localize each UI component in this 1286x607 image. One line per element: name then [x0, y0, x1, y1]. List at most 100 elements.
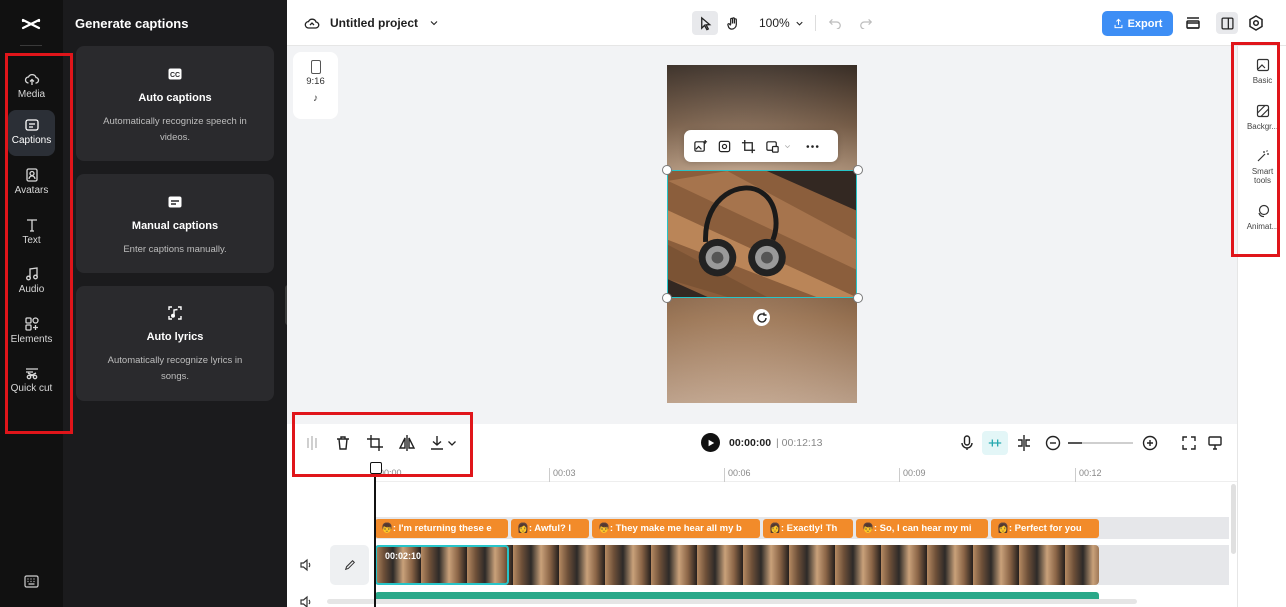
download-icon[interactable]: [428, 434, 446, 452]
layers-icon[interactable]: [1184, 14, 1202, 32]
ruler-tick: 00:09: [899, 468, 926, 482]
caption-track: 👦: I'm returning these e 👩: Awful? I 👦: …: [375, 517, 1229, 539]
snap-link-icon: [988, 439, 1002, 447]
select-tool-button[interactable]: [692, 11, 718, 35]
caption-text: 👦: I'm returning these e: [381, 523, 492, 534]
playhead[interactable]: [370, 462, 382, 607]
chevron-down-icon[interactable]: [447, 434, 457, 452]
more-options-icon[interactable]: [805, 139, 820, 154]
chevron-down-icon[interactable]: [783, 139, 792, 154]
scissors-icon: [25, 368, 38, 380]
redo-button[interactable]: [859, 15, 873, 34]
zoom-dropdown[interactable]: 100%: [759, 16, 805, 30]
caption-clip[interactable]: 👩: Awful? I: [511, 519, 589, 538]
ratio-label: 9:16: [306, 76, 325, 87]
rail-item-media[interactable]: Media: [8, 64, 55, 110]
focus-icon[interactable]: [717, 139, 732, 154]
card-description: Enter captions manually.: [123, 244, 227, 255]
caption-clip[interactable]: 👦: I'm returning these e: [375, 519, 508, 538]
prop-tab-label: Smart tools: [1251, 167, 1274, 185]
resize-handle-top-right[interactable]: [853, 165, 863, 175]
cloud-icon: [304, 18, 320, 29]
project-name: Untitled project: [330, 16, 419, 30]
image-icon: [1256, 58, 1269, 72]
zoom-in-icon[interactable]: [1141, 434, 1159, 452]
caption-clip[interactable]: 👦: They make me hear all my b: [592, 519, 760, 538]
auto-lyrics-card[interactable]: Auto lyrics Automatically recognize lyri…: [76, 286, 274, 401]
settings-gear-icon[interactable]: [1247, 14, 1265, 32]
horizontal-scrollbar[interactable]: [327, 599, 1137, 604]
panel-layout-button[interactable]: [1216, 12, 1238, 34]
rail-item-audio[interactable]: Audio: [8, 259, 55, 305]
lyrics-scan-icon: [168, 306, 182, 320]
speaker-icon[interactable]: [299, 595, 313, 607]
undo-icon: [828, 18, 841, 30]
caption-text: 👩: Perfect for you: [997, 523, 1082, 534]
prop-tab-smart-tools[interactable]: Smart tools: [1238, 149, 1286, 185]
manual-captions-card[interactable]: Manual captions Enter captions manually.: [76, 174, 274, 273]
captions-panel: Generate captions CC Auto captions Autom…: [63, 0, 287, 607]
ruler-tick: 00:12: [1075, 468, 1102, 482]
speaker-icon[interactable]: [299, 558, 313, 572]
project-name-menu[interactable]: Untitled project: [304, 15, 440, 31]
rotate-handle[interactable]: [753, 309, 770, 326]
comment-icon[interactable]: [1206, 434, 1224, 452]
selected-video-element[interactable]: [667, 170, 857, 298]
rail-item-label: Text: [22, 235, 41, 246]
aspect-ratio-selector[interactable]: 9:16 ♪: [293, 52, 338, 119]
flip-icon[interactable]: [398, 434, 416, 452]
rail-item-captions[interactable]: Captions: [8, 110, 55, 156]
microphone-icon[interactable]: [958, 434, 976, 452]
undo-button[interactable]: [828, 15, 842, 34]
timeline-zoom-slider[interactable]: [1068, 442, 1133, 444]
preview-area: 9:16 ♪: [287, 46, 1237, 424]
rail-item-quick-cut[interactable]: Quick cut: [8, 358, 55, 410]
resize-handle-bottom-right[interactable]: [853, 293, 863, 303]
crop-icon[interactable]: [741, 139, 756, 154]
panel-layout-icon: [1220, 16, 1234, 30]
magnet-snap-button[interactable]: [982, 431, 1008, 455]
play-button[interactable]: [701, 433, 720, 452]
delete-icon[interactable]: [334, 434, 352, 452]
auto-captions-card[interactable]: CC Auto captions Automatically recognize…: [76, 46, 274, 161]
caption-text: 👦: They make me hear all my b: [598, 523, 742, 534]
keyboard-icon[interactable]: [24, 575, 39, 588]
caption-clip[interactable]: 👩: Exactly! Th: [763, 519, 853, 538]
vertical-scrollbar[interactable]: [1231, 484, 1236, 554]
caption-text: 👦: So, I can hear my mi: [862, 523, 972, 534]
prop-tab-background[interactable]: Backgr...: [1238, 104, 1286, 131]
rail-item-elements[interactable]: Elements: [8, 309, 55, 355]
panel-title: Generate captions: [75, 16, 189, 31]
selected-video-clip[interactable]: 00:02:10: [375, 545, 509, 585]
zoom-out-icon[interactable]: [1044, 434, 1062, 452]
time-ruler[interactable]: 00:00 00:03 00:06 00:09 00:12: [375, 464, 1237, 482]
cc-icon: CC: [168, 68, 182, 80]
caption-clip[interactable]: 👩: Perfect for you: [991, 519, 1099, 538]
resize-handle-top-left[interactable]: [662, 165, 672, 175]
prop-tab-label: Animat...: [1246, 222, 1279, 231]
export-button[interactable]: Export: [1102, 11, 1173, 36]
caption-clip[interactable]: 👦: So, I can hear my mi: [856, 519, 988, 538]
fullscreen-icon[interactable]: [1180, 434, 1198, 452]
chevron-down-icon: [430, 21, 438, 26]
resize-handle-bottom-left[interactable]: [662, 293, 672, 303]
prop-tab-animation[interactable]: Animat...: [1238, 204, 1286, 231]
replace-image-icon[interactable]: [765, 139, 780, 154]
capcut-logo-icon[interactable]: [19, 12, 43, 36]
toolbar-divider: [815, 15, 816, 31]
caption-text: 👩: Awful? I: [517, 523, 572, 534]
cover-edit-button[interactable]: [330, 545, 369, 585]
split-icon[interactable]: [303, 434, 321, 452]
add-image-icon[interactable]: [693, 139, 708, 154]
hand-tool-button[interactable]: [720, 11, 746, 35]
magic-wand-icon: [1257, 150, 1269, 162]
rail-item-text[interactable]: Text: [8, 210, 55, 256]
cloud-upload-icon: [24, 73, 39, 85]
split-align-icon[interactable]: [1015, 434, 1033, 452]
prop-tab-basic[interactable]: Basic: [1238, 58, 1286, 85]
play-icon: [708, 439, 714, 446]
chevron-down-icon: [796, 21, 803, 26]
rail-item-avatars[interactable]: Avatars: [8, 160, 55, 206]
rail-item-label: Avatars: [14, 185, 49, 196]
crop-icon[interactable]: [366, 434, 384, 452]
